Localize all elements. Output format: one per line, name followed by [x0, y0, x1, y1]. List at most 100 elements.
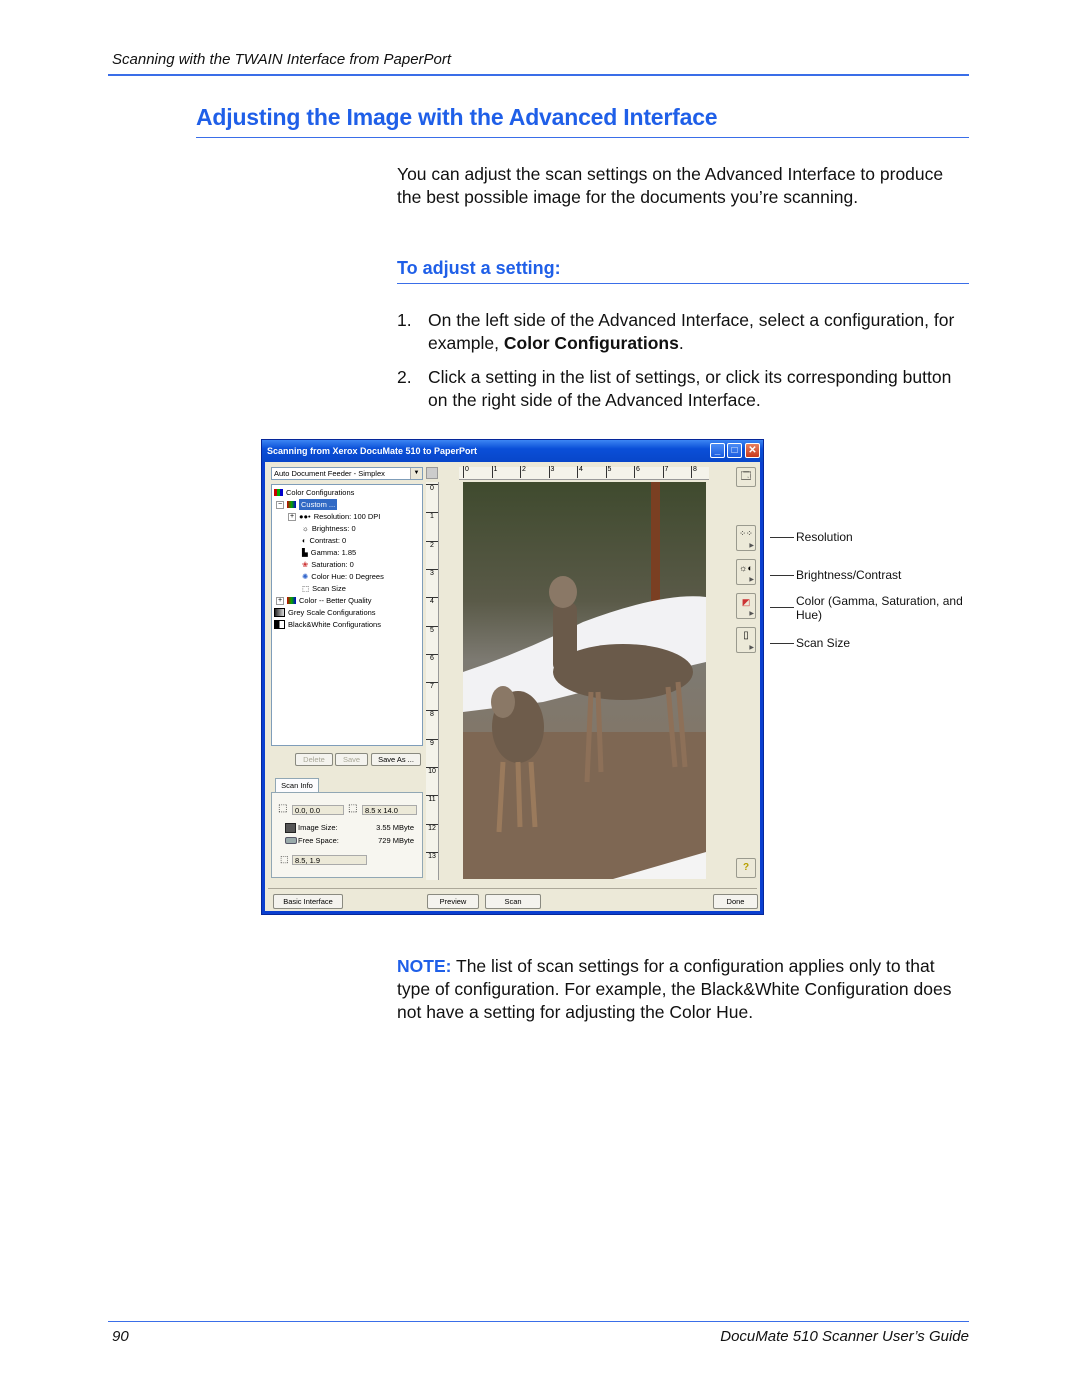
done-button[interactable]: Done — [713, 894, 758, 909]
tab-scan-info[interactable]: Scan Info — [275, 778, 319, 793]
save-button[interactable]: Save — [335, 753, 368, 766]
tree-item-brightness[interactable]: ☼ Brightness: 0 — [302, 523, 356, 534]
window-titlebar[interactable]: Scanning from Xerox DocuMate 510 to Pape… — [262, 440, 763, 462]
tree-item-color-better-quality[interactable]: + Color -- Better Quality — [276, 595, 372, 606]
resolution-icon: ●●• — [299, 512, 311, 521]
ruler-corner[interactable] — [426, 467, 438, 479]
section-title: Adjusting the Image with the Advanced In… — [196, 104, 718, 130]
ruler-tick-label: 8 — [691, 466, 697, 478]
resolution-button[interactable]: ⁘⁘ ▶ — [736, 525, 756, 551]
step-text: On the left side of the Advanced Interfa… — [428, 309, 967, 355]
tree-item-label: Color Hue: 0 Degrees — [311, 572, 384, 581]
save-as-button[interactable]: Save As ... — [371, 753, 421, 766]
expand-icon[interactable]: + — [276, 596, 284, 605]
cursor-icon: ⬚ — [280, 854, 289, 864]
tree-item-saturation[interactable]: ❀ Saturation: 0 — [302, 559, 354, 570]
cursor-position-field: 8.5, 1.9 — [292, 855, 367, 865]
help-button[interactable]: ? — [736, 858, 756, 878]
chevron-down-icon[interactable]: ▼ — [410, 468, 422, 479]
tree-item-color-configurations[interactable]: Color Configurations — [274, 487, 354, 498]
color-button[interactable]: ◩ ▶ — [736, 593, 756, 619]
ruler-tick-label: 9 — [426, 738, 438, 747]
callout-color: Color (Gamma, Saturation, and Hue) — [770, 594, 971, 622]
tree-item-grey-scale[interactable]: Grey Scale Configurations — [274, 607, 376, 618]
ruler-tick-label: 5 — [426, 625, 438, 634]
tree-item-black-white[interactable]: Black&White Configurations — [274, 619, 381, 630]
window-title: Scanning from Xerox DocuMate 510 to Pape… — [267, 446, 478, 456]
configuration-tree[interactable]: Color Configurations − Custom ... + ●●• … — [271, 484, 423, 746]
resolution-icon: ⁘⁘ — [739, 529, 753, 538]
deer-photo — [463, 482, 706, 879]
ruler-tick-label: 7 — [426, 682, 438, 690]
ruler-tick-label: 6 — [426, 653, 438, 662]
minimize-button[interactable]: _ — [710, 443, 725, 458]
deer-adult-neck — [553, 602, 577, 672]
chevron-right-icon: ▶ — [749, 645, 754, 651]
scan-button[interactable]: Scan — [485, 894, 541, 909]
tree-item-custom[interactable]: − Custom ... — [276, 499, 338, 510]
saturation-icon: ❀ — [302, 560, 309, 569]
step-1: 1. On the left side of the Advanced Inte… — [397, 309, 967, 355]
callout-brightness-contrast: Brightness/Contrast — [770, 568, 901, 582]
step-number: 1. — [397, 310, 412, 330]
origin-icon: ⬚ — [278, 803, 288, 814]
open-settings-button[interactable]: 🗔 — [736, 467, 756, 487]
basic-interface-button[interactable]: Basic Interface — [273, 894, 343, 909]
ruler-tick-label: 3 — [426, 568, 438, 577]
leader-line — [770, 537, 794, 538]
ruler-tick-label: 2 — [426, 540, 438, 549]
source-select[interactable]: Auto Document Feeder - Simplex ▼ — [271, 467, 423, 480]
vertical-ruler: 0 1 2 3 4 5 6 7 8 9 10 11 12 13 — [426, 482, 439, 880]
leader-line — [770, 607, 794, 608]
maximize-button[interactable]: □ — [727, 443, 742, 458]
tree-item-label: Gamma: 1.85 — [310, 548, 357, 557]
window-client: Auto Document Feeder - Simplex ▼ Color C… — [265, 462, 760, 911]
brightness-contrast-button[interactable]: ☼◐ ▶ — [736, 559, 756, 585]
procedure-rule — [397, 283, 969, 284]
preview-button[interactable]: Preview — [427, 894, 479, 909]
scan-size-button[interactable]: ▯ ▶ — [736, 627, 756, 653]
tree-item-label: Grey Scale Configurations — [288, 608, 376, 617]
chevron-right-icon: ▶ — [749, 611, 754, 617]
tree-item-label: Resolution: 100 DPI — [313, 512, 381, 521]
expand-icon[interactable]: + — [288, 512, 296, 521]
ruler-tick-label: 11 — [426, 795, 438, 803]
image-size-icon — [285, 823, 296, 833]
scan-size-icon: ▯ — [743, 630, 749, 641]
footer-rule — [108, 1321, 969, 1322]
guide-title: DocuMate 510 Scanner User’s Guide — [720, 1328, 969, 1345]
size-icon: ⬚ — [348, 803, 358, 814]
tree-item-contrast[interactable]: ◐ Contrast: 0 — [302, 535, 346, 546]
collapse-icon[interactable]: − — [276, 500, 284, 509]
tree-item-color-hue[interactable]: ✺ Color Hue: 0 Degrees — [302, 571, 384, 582]
deer-fawn-head — [491, 686, 515, 718]
chevron-right-icon: ▶ — [749, 543, 754, 549]
ruler-tick-label: 1 — [426, 512, 438, 520]
ruler-tick-label: 0 — [426, 484, 438, 492]
note-text: The list of scan settings for a configur… — [397, 956, 952, 1022]
ruler-tick-label: 3 — [548, 466, 554, 478]
delete-button[interactable]: Delete — [295, 753, 333, 766]
callout-resolution: Resolution — [770, 530, 853, 544]
note-label: NOTE: — [397, 956, 452, 976]
tree-item-resolution[interactable]: + ●●• Resolution: 100 DPI — [288, 511, 380, 522]
leader-line — [770, 575, 794, 576]
tree-item-label: Custom ... — [299, 499, 338, 510]
tree-item-label: Color -- Better Quality — [299, 596, 372, 605]
source-select-value: Auto Document Feeder - Simplex — [274, 469, 385, 478]
hue-icon: ✺ — [302, 572, 309, 581]
bw-config-icon — [274, 620, 285, 629]
close-button[interactable]: ✕ — [745, 443, 760, 458]
tree-item-scan-size[interactable]: ⬚ Scan Size — [302, 583, 346, 594]
leader-line — [770, 643, 794, 644]
header-rule — [108, 74, 969, 76]
tree-item-gamma[interactable]: ▙ Gamma: 1.85 — [302, 547, 356, 558]
title-rule — [196, 137, 969, 138]
callout-label: Brightness/Contrast — [796, 568, 902, 582]
tree-item-label: Contrast: 0 — [309, 536, 347, 545]
ruler-tick-label: 13 — [426, 851, 438, 860]
preview-image[interactable] — [463, 482, 706, 879]
step-text: Click a setting in the list of settings,… — [428, 367, 952, 410]
ruler-tick-label: 8 — [426, 710, 438, 718]
contrast-icon: ◐ — [302, 536, 307, 545]
